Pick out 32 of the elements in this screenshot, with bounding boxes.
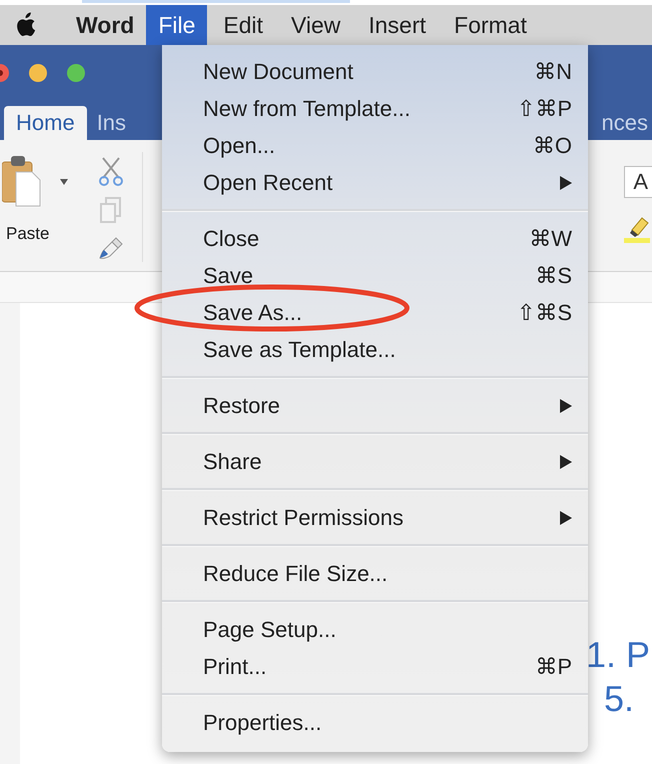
- menu-bar-item[interactable]: Insert: [356, 5, 438, 45]
- menu-item[interactable]: Open Recent: [162, 164, 588, 201]
- menu-item[interactable]: New from Template... ⇧⌘P: [162, 90, 588, 127]
- menu-bar-item[interactable]: File: [146, 5, 208, 45]
- menu-item[interactable]: Print... ⌘P: [162, 648, 588, 685]
- apple-icon[interactable]: [14, 12, 36, 38]
- ribbon-tab[interactable]: Home: [4, 106, 87, 140]
- menu-item[interactable]: Restrict Permissions: [162, 499, 588, 536]
- menu-bar-item[interactable]: View: [279, 5, 352, 45]
- menu-item[interactable]: Properties...: [162, 704, 588, 741]
- menu-item[interactable]: Share: [162, 443, 588, 480]
- ribbon-tab[interactable]: Ins: [86, 106, 136, 140]
- document-text: 5.: [604, 678, 634, 718]
- zoom-window-icon[interactable]: [66, 62, 86, 82]
- menu-item[interactable]: Save ⌘S: [162, 257, 588, 294]
- menu-item[interactable]: Page Setup...: [162, 611, 588, 648]
- scissors-icon[interactable]: [98, 156, 124, 186]
- menu-item[interactable]: Restore: [162, 387, 588, 424]
- font-size-box[interactable]: A: [624, 166, 652, 198]
- caret-icon[interactable]: [60, 179, 68, 185]
- menu-bar-item[interactable]: Format: [442, 5, 539, 45]
- menu-item[interactable]: Reduce File Size...: [162, 555, 588, 592]
- paste-button[interactable]: Paste: [6, 224, 98, 244]
- menu-item[interactable]: Close ⌘W: [162, 220, 588, 257]
- menu-item[interactable]: Save as Template...: [162, 331, 588, 368]
- menu-item[interactable]: Save As... ⇧⌘S: [162, 294, 588, 331]
- ribbon-tab[interactable]: nces: [592, 106, 652, 140]
- document-text: 1. P: [586, 635, 650, 675]
- app-name[interactable]: Word: [76, 12, 134, 38]
- minimize-window-icon[interactable]: [28, 62, 48, 82]
- menu-item[interactable]: Open... ⌘O: [162, 127, 588, 164]
- menu-bar-item[interactable]: Edit: [211, 5, 276, 45]
